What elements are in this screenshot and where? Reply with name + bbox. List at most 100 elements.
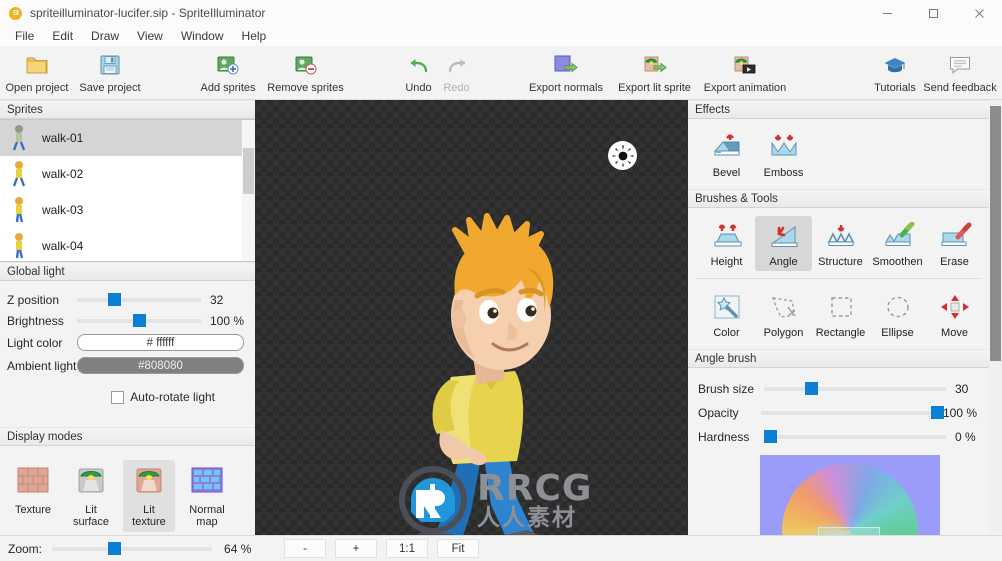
brightness-label: Brightness: [7, 313, 64, 328]
effect-emboss[interactable]: Emboss: [755, 127, 812, 182]
display-mode-lit-surface[interactable]: Lit surface: [65, 460, 117, 532]
list-item[interactable]: walk-01: [0, 120, 255, 156]
close-icon[interactable]: [956, 0, 1002, 26]
z-position-slider[interactable]: [77, 292, 201, 306]
hardness-slider[interactable]: [764, 430, 946, 443]
zoom-in-button[interactable]: +: [335, 539, 378, 558]
list-item[interactable]: walk-03: [0, 192, 255, 228]
tool-move[interactable]: Move: [926, 287, 983, 342]
menu-item-view[interactable]: View: [128, 27, 172, 45]
export-lit-sprite-button[interactable]: Export lit sprite: [606, 48, 703, 98]
export-normals-label: Export normals: [529, 82, 603, 94]
save-project-button[interactable]: Save project: [74, 48, 146, 98]
menu-item-edit[interactable]: Edit: [43, 27, 82, 45]
brightness-slider-knob[interactable]: [133, 313, 146, 327]
tool-angle[interactable]: Angle: [755, 216, 812, 271]
menu-item-window[interactable]: Window: [172, 27, 233, 45]
brush-size-slider-knob[interactable]: [805, 382, 818, 395]
list-item[interactable]: walk-02: [0, 156, 255, 192]
add-sprites-label: Add sprites: [200, 82, 256, 94]
tool-height[interactable]: Height: [698, 216, 755, 271]
zoom-actual-button[interactable]: 1:1: [386, 539, 429, 558]
opacity-value: 100 %: [942, 406, 977, 420]
remove-sprites-label: Remove sprites: [267, 82, 344, 94]
effects-section-header: Effects: [688, 100, 989, 119]
right-panel-scrollbar[interactable]: [989, 100, 1002, 535]
export-animation-label: Export animation: [703, 82, 787, 94]
remove-sprites-button[interactable]: Remove sprites: [258, 48, 353, 98]
z-position-slider-knob[interactable]: [108, 292, 121, 306]
sprite-thumbnail-icon: [10, 232, 28, 260]
color-wheel-marker[interactable]: [818, 527, 880, 535]
brushes-row-2: Color Polygon Rectangle Ellipse Move: [688, 279, 989, 349]
zoom-slider-knob[interactable]: [108, 541, 122, 555]
sprites-list[interactable]: walk-01 walk-02 walk-03 walk-04: [0, 119, 255, 262]
send-feedback-button[interactable]: Send feedback: [918, 48, 1002, 98]
redo-arrow-icon: [445, 52, 469, 78]
smoothen-brush-icon: [880, 221, 916, 251]
rectangle-select-icon: [825, 292, 857, 322]
angle-brush-controls: Brush size 30 Opacity 100 % Hardness 0 %: [688, 368, 989, 535]
display-mode-lit-texture[interactable]: Lit texture: [123, 460, 175, 532]
sprites-list-scrollbar[interactable]: [242, 120, 255, 261]
tool-ellipse[interactable]: Ellipse: [869, 287, 926, 342]
minimize-icon[interactable]: [864, 0, 910, 26]
spriteilluminator-window: SI spriteilluminator-lucifer.sip - Sprit…: [0, 0, 1002, 561]
light-color-swatch[interactable]: # ffffff: [77, 334, 244, 351]
brightness-slider[interactable]: [77, 313, 201, 327]
tool-polygon[interactable]: Polygon: [755, 287, 812, 342]
zoom-slider[interactable]: [52, 541, 213, 555]
polygon-select-icon: [768, 292, 800, 322]
tool-rectangle[interactable]: Rectangle: [812, 287, 869, 342]
ellipse-select-icon: [882, 292, 914, 322]
open-project-button[interactable]: Open project: [4, 48, 70, 98]
display-mode-normal-map[interactable]: Normal map: [181, 460, 233, 532]
angle-color-wheel[interactable]: [760, 455, 940, 535]
menu-item-file[interactable]: File: [6, 27, 43, 45]
menu-item-help[interactable]: Help: [233, 27, 276, 45]
auto-rotate-light-checkbox[interactable]: [111, 390, 125, 404]
rrcg-logo-icon: [397, 464, 469, 539]
auto-rotate-light-row[interactable]: Auto-rotate light: [7, 390, 245, 404]
ambient-light-swatch[interactable]: #808080: [77, 357, 244, 374]
tutorials-button[interactable]: Tutorials: [864, 48, 926, 98]
tool-structure-label: Structure: [818, 256, 863, 268]
undo-label: Undo: [405, 82, 432, 94]
app-icon: SI: [9, 6, 22, 20]
opacity-slider-knob[interactable]: [930, 406, 944, 419]
maximize-icon[interactable]: [910, 0, 956, 26]
export-normals-button[interactable]: Export normals: [520, 48, 612, 98]
display-mode-texture[interactable]: Texture: [7, 460, 59, 532]
tool-smoothen-label: Smoothen: [872, 256, 923, 268]
emboss-icon: [766, 132, 802, 162]
sprites-list-scroll-thumb[interactable]: [243, 148, 254, 194]
tool-erase[interactable]: Erase: [926, 216, 983, 271]
normal-map-icon: [190, 465, 224, 498]
global-light-controls: Z position 32 Brightness 100 % Light col…: [0, 281, 255, 410]
ambient-light-label: Ambient light: [7, 358, 77, 373]
effect-bevel[interactable]: Bevel: [698, 127, 755, 182]
zoom-fit-button[interactable]: Fit: [437, 539, 480, 558]
tool-color-label: Color: [713, 327, 740, 339]
opacity-slider[interactable]: [760, 406, 944, 419]
add-sprites-button[interactable]: Add sprites: [192, 48, 264, 98]
redo-button[interactable]: Redo: [434, 48, 479, 98]
z-position-value: 32: [210, 292, 224, 307]
brush-size-slider[interactable]: [764, 382, 946, 395]
tool-structure[interactable]: Structure: [812, 216, 869, 271]
structure-brush-icon: [823, 221, 859, 251]
menu-item-draw[interactable]: Draw: [82, 27, 128, 45]
sun-light-gizmo-icon[interactable]: [608, 141, 637, 170]
export-normals-icon: [553, 52, 579, 78]
tool-smoothen[interactable]: Smoothen: [869, 216, 926, 271]
hardness-row: Hardness 0 %: [698, 425, 977, 449]
bottom-status-bar: Zoom: 64 % - + 1:1 Fit: [0, 535, 1002, 561]
zoom-out-button[interactable]: -: [284, 539, 327, 558]
list-item[interactable]: walk-04: [0, 228, 255, 261]
tool-color[interactable]: Color: [698, 287, 755, 342]
export-animation-button[interactable]: Export animation: [697, 48, 793, 98]
right-panel-scroll-thumb[interactable]: [990, 106, 1001, 361]
display-mode-lit-texture-label: Lit texture: [132, 504, 166, 528]
remove-sprite-icon: [294, 52, 318, 78]
hardness-slider-knob[interactable]: [764, 430, 777, 443]
